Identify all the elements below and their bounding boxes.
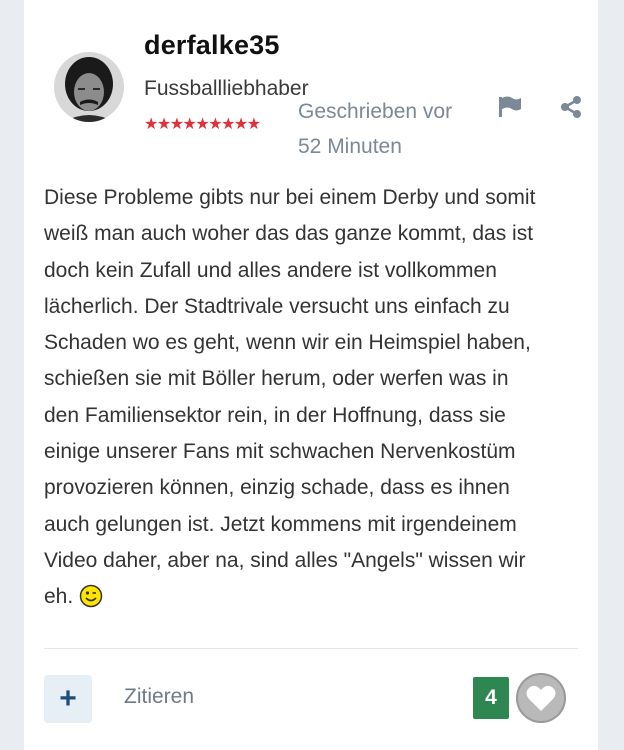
- post-content-line: weiß man auch woher das das ganze kommt,…: [44, 222, 534, 246]
- post-content-line: Diese Probleme gibts nur bei einem Derby…: [44, 186, 536, 209]
- post-content-line: schießen sie mit Böller herum, oder werf…: [44, 367, 509, 391]
- post-timestamp-line: 52 Minuten: [298, 135, 402, 158]
- post-content-last-line: eh.: [44, 579, 584, 620]
- post-content-line: provozieren können, einzig schade, dass …: [44, 476, 510, 500]
- report-button[interactable]: [496, 95, 524, 119]
- post-content: Diese Probleme gibts nur bei einem Derby…: [44, 180, 584, 621]
- plus-icon: +: [59, 682, 77, 715]
- post-content-line: eh.: [44, 585, 74, 609]
- like-button[interactable]: [516, 673, 566, 723]
- like-count-badge[interactable]: 4: [473, 677, 509, 719]
- post-content-line: doch kein Zufall und alles andere ist vo…: [44, 258, 497, 282]
- divider: [44, 648, 578, 649]
- post-card: derfalke35 Fussballliebhaber ★★★★★★★★★ G…: [24, 0, 598, 750]
- post-content-line: Schaden wo es geht, wenn wir ein Heimspi…: [44, 331, 531, 355]
- wink-smiley-icon: [79, 584, 103, 620]
- multiquote-button[interactable]: +: [44, 675, 92, 723]
- share-button[interactable]: [559, 95, 583, 119]
- avatar-photo: [54, 52, 124, 122]
- post-timestamp-line: Geschrieben vor: [298, 100, 453, 123]
- author-username[interactable]: derfalke35: [144, 30, 280, 61]
- post-content-line: den Familiensektor rein, in der Hoffnung…: [44, 403, 506, 427]
- author-rank-title: Fussballliebhaber: [144, 77, 309, 100]
- post-content-line: auch gelungen ist. Jetzt kommens mit irg…: [44, 512, 517, 536]
- author-rank-stars: ★★★★★★★★★: [144, 116, 261, 133]
- post-content-line: einige unserer Fans mit schwachen Nerven…: [44, 440, 516, 464]
- share-icon: [561, 96, 581, 118]
- flag-icon: [499, 96, 521, 117]
- quote-button[interactable]: Zitieren: [124, 685, 194, 709]
- heart-icon: [526, 685, 556, 711]
- post-content-line: Video daher, aber na, sind alles "Angels…: [44, 548, 526, 572]
- post-content-line: lächerlich. Der Stadtrivale versucht uns…: [44, 294, 510, 318]
- avatar[interactable]: [54, 52, 124, 122]
- post-timestamp[interactable]: Geschrieben vor 52 Minuten: [298, 94, 488, 164]
